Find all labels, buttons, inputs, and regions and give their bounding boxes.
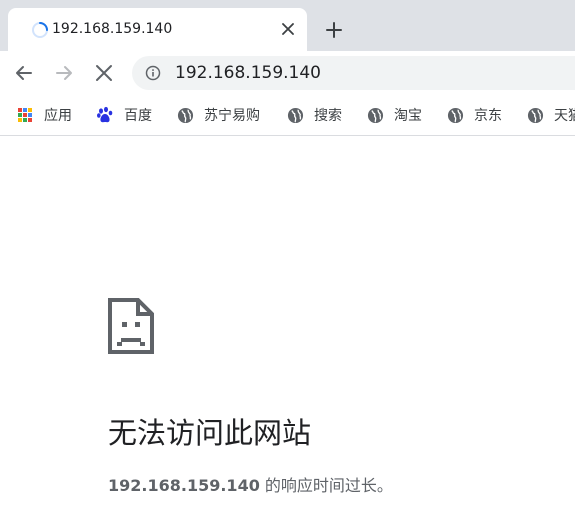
globe-icon xyxy=(526,106,544,124)
bookmark-label: 应用 xyxy=(44,108,72,124)
tab-title: 192.168.159.140 xyxy=(52,21,173,37)
error-message: 的响应时间过长。 xyxy=(259,476,393,495)
bookmark-jd[interactable]: 京东 xyxy=(446,105,502,125)
apps-grid-icon xyxy=(16,106,34,124)
tab-strip: 192.168.159.140 xyxy=(0,0,575,51)
browser-window: 192.168.159.140 192.168.159.140 应用 百度 苏宁… xyxy=(0,0,575,513)
arrow-right-icon xyxy=(56,66,72,80)
bookmark-taobao[interactable]: 淘宝 xyxy=(366,105,422,125)
globe-icon xyxy=(176,106,194,124)
bookmarks-bar: 应用 百度 苏宁易购 搜索 淘宝 京东 天 xyxy=(0,95,575,136)
bookmark-label: 苏宁易购 xyxy=(204,108,260,124)
error-title: 无法访问此网站 xyxy=(108,416,312,450)
globe-icon xyxy=(446,106,464,124)
error-host: 192.168.159.140 xyxy=(108,476,260,495)
toolbar: 192.168.159.140 xyxy=(0,51,575,95)
close-icon xyxy=(96,65,112,81)
address-bar[interactable]: 192.168.159.140 xyxy=(132,56,575,90)
forward-button[interactable] xyxy=(52,61,76,85)
globe-icon xyxy=(366,106,384,124)
bookmark-label: 淘宝 xyxy=(394,108,422,124)
bookmark-tmall[interactable]: 天猫 xyxy=(526,105,575,125)
bookmark-label: 搜索 xyxy=(314,108,342,124)
baidu-paw-icon xyxy=(96,106,114,124)
arrow-left-icon xyxy=(16,66,32,80)
bookmark-label: 天猫 xyxy=(554,108,575,124)
sad-document-icon xyxy=(108,298,154,354)
bookmark-apps[interactable]: 应用 xyxy=(16,105,72,125)
url-text[interactable]: 192.168.159.140 xyxy=(175,63,321,83)
bookmark-label: 京东 xyxy=(474,108,502,124)
bookmark-suning[interactable]: 苏宁易购 xyxy=(176,105,260,125)
plus-icon xyxy=(326,22,342,38)
stop-button[interactable] xyxy=(92,61,116,85)
info-icon[interactable] xyxy=(145,65,161,81)
globe-icon xyxy=(286,106,304,124)
new-tab-button[interactable] xyxy=(322,18,346,42)
bookmark-label: 百度 xyxy=(124,108,152,124)
close-icon xyxy=(282,23,294,35)
bookmark-search[interactable]: 搜索 xyxy=(286,105,342,125)
bookmark-baidu[interactable]: 百度 xyxy=(96,105,152,125)
back-button[interactable] xyxy=(12,61,36,85)
tab-active[interactable]: 192.168.159.140 xyxy=(8,8,307,51)
spinner-icon xyxy=(32,22,48,38)
error-description: 192.168.159.140 的响应时间过长。 xyxy=(108,472,393,496)
tab-close-button[interactable] xyxy=(278,19,298,39)
